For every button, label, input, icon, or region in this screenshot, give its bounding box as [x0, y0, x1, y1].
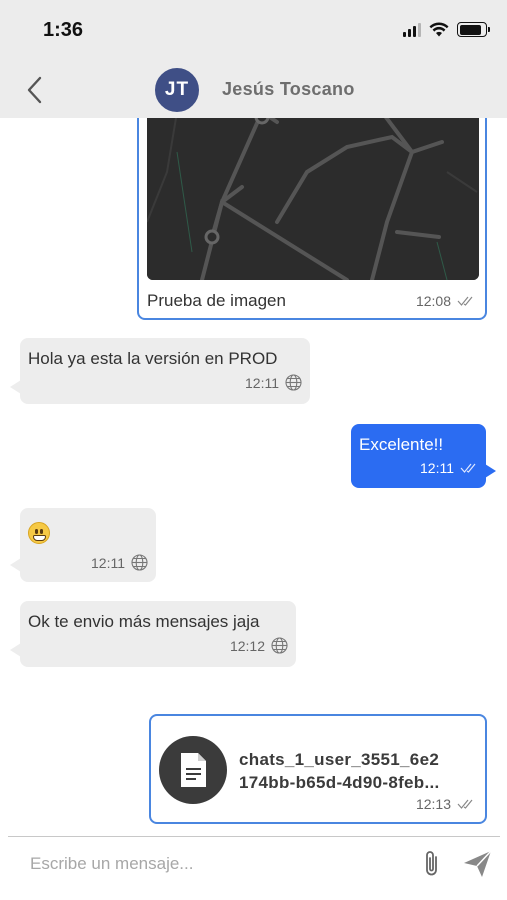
message-time: 12:13	[415, 796, 451, 812]
incoming-message[interactable]: Hola ya esta la versión en PROD 12:11	[10, 338, 310, 404]
message-text: Hola ya esta la versión en PROD	[28, 349, 278, 368]
document-icon[interactable]	[159, 736, 227, 804]
double-check-icon	[457, 799, 473, 809]
globe-icon	[285, 374, 302, 391]
message-time: 12:08	[415, 293, 451, 309]
battery-icon	[457, 22, 490, 37]
message-input[interactable]	[30, 848, 400, 880]
outgoing-message[interactable]: Excelente!! 12:11	[351, 424, 496, 488]
avatar-initials: JT	[164, 79, 190, 100]
file-name-line: chats_1_user_3551_6e2	[239, 750, 440, 769]
status-icons	[403, 22, 490, 37]
globe-icon	[131, 554, 148, 571]
message-text: Excelente!!	[359, 435, 444, 454]
send-icon	[464, 850, 492, 877]
message-meta: 12:11	[28, 374, 302, 391]
message-time: 12:11	[420, 460, 454, 476]
incoming-message[interactable]: Ok te envio más mensajes jaja 12:12	[10, 601, 296, 667]
file-name-line: 174bb-b65d-4d90-8feb...	[239, 773, 440, 792]
map-image	[147, 112, 479, 280]
message-meta: 12:08	[416, 293, 475, 309]
image-caption: Prueba de imagen	[147, 291, 286, 310]
file-message[interactable]: chats_1_user_3551_6e2 174bb-b65d-4d90-8f…	[149, 714, 487, 824]
back-button[interactable]	[22, 74, 50, 106]
message-meta: 12:11	[359, 460, 478, 476]
message-meta: 12:12	[28, 637, 288, 654]
message-time: 12:12	[229, 637, 265, 654]
chat-header: 1:36 JT Jesús Toscano	[0, 0, 507, 118]
battery-level	[459, 24, 481, 35]
incoming-message[interactable]: 12:11	[10, 508, 156, 582]
image-thumbnail[interactable]	[147, 112, 479, 280]
avatar[interactable]: JT	[153, 66, 201, 114]
send-button[interactable]	[462, 849, 494, 879]
chevron-left-icon	[27, 76, 42, 104]
double-check-icon	[457, 296, 473, 306]
grimacing-face-icon	[28, 522, 50, 544]
message-meta: 12:13	[416, 796, 475, 812]
file-name: chats_1_user_3551_6e2 174bb-b65d-4d90-8f…	[239, 748, 479, 794]
image-message[interactable]: Prueba de imagen 12:08	[137, 108, 487, 320]
message-time: 12:11	[245, 374, 279, 391]
globe-icon	[271, 637, 288, 654]
wifi-icon	[429, 22, 449, 37]
message-text: Ok te envio más mensajes jaja	[28, 612, 260, 631]
composer-divider	[8, 836, 500, 837]
status-time: 1:36	[43, 19, 84, 41]
contact-name[interactable]: Jesús Toscano	[222, 79, 355, 100]
message-meta: 12:11	[28, 554, 148, 571]
double-check-icon	[460, 463, 476, 473]
paperclip-icon	[426, 851, 437, 876]
message-time: 12:11	[91, 554, 125, 571]
attach-button[interactable]	[420, 849, 444, 879]
cellular-signal-icon	[403, 22, 421, 37]
